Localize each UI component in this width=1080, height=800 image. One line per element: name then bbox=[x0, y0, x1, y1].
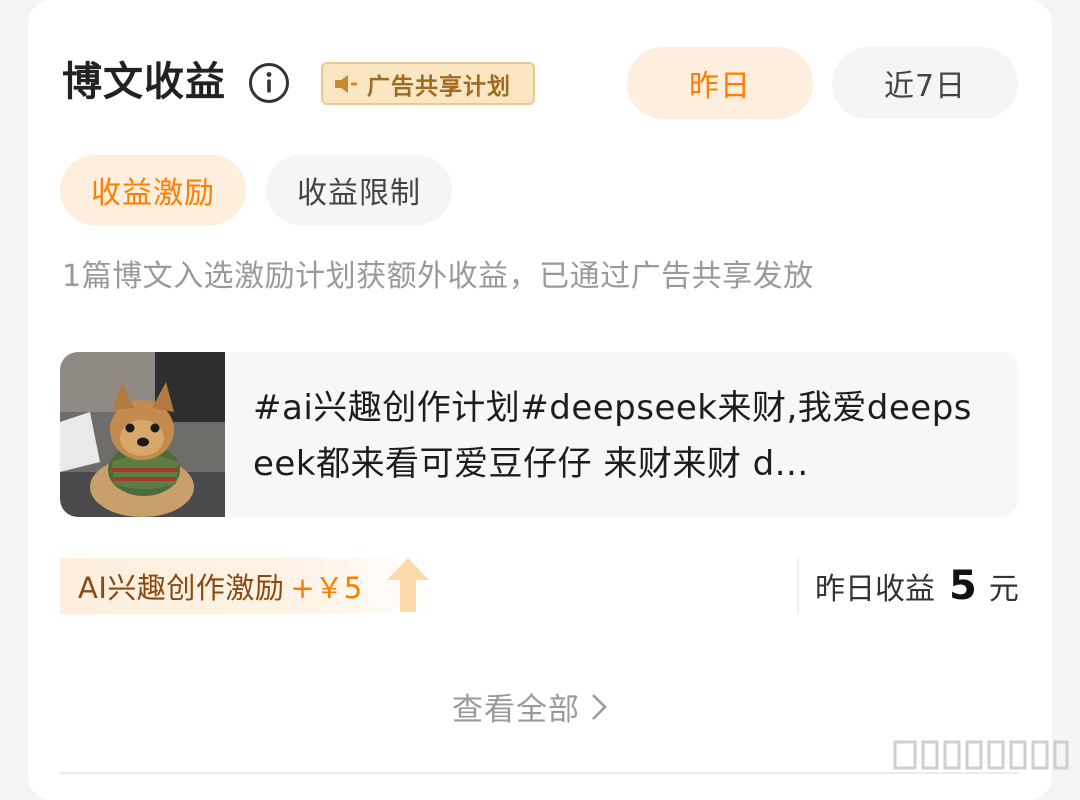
tab-income-limit[interactable]: 收益限制 bbox=[266, 155, 452, 225]
up-arrow-icon bbox=[387, 558, 429, 612]
reward-tag: AI兴趣创作激励 +￥5 bbox=[60, 558, 432, 614]
post-thumbnail bbox=[60, 352, 225, 517]
incentive-description: 1篇博文入选激励计划获额外收益，已通过广告共享发放 bbox=[62, 259, 814, 294]
tab-income-incentive[interactable]: 收益激励 bbox=[60, 155, 246, 225]
post-item[interactable]: #ai兴趣创作计划#deepseek来财,我爱deepseek都来看可爱豆仔仔 … bbox=[60, 352, 1018, 517]
yesterday-earnings: 昨日收益 5 元 bbox=[797, 558, 1019, 614]
post-title: #ai兴趣创作计划#deepseek来财,我爱deepseek都来看可爱豆仔仔 … bbox=[253, 388, 973, 484]
ad-share-badge[interactable]: 广告共享计划 bbox=[321, 62, 535, 105]
earnings-label: 昨日收益 bbox=[815, 572, 935, 607]
ad-badge-label: 广告共享计划 bbox=[367, 73, 511, 100]
page-title: 博文收益 bbox=[62, 59, 226, 105]
earnings-value: 5 bbox=[949, 563, 977, 609]
reward-label: AI兴趣创作激励 bbox=[78, 571, 285, 605]
info-circle-icon[interactable] bbox=[248, 62, 290, 104]
speaker-icon bbox=[335, 74, 357, 93]
earnings-unit: 元 bbox=[988, 572, 1019, 607]
view-all-link[interactable]: 查看全部 bbox=[452, 684, 608, 729]
tab-last-7-days[interactable]: 近7日 bbox=[832, 47, 1018, 119]
view-all-label: 查看全部 bbox=[452, 692, 580, 728]
divider bbox=[60, 772, 1018, 774]
reward-amount: +￥5 bbox=[290, 571, 363, 605]
watermark-icon bbox=[893, 740, 1069, 770]
tab-yesterday[interactable]: 昨日 bbox=[627, 47, 813, 119]
chevron-right-icon bbox=[592, 693, 607, 720]
